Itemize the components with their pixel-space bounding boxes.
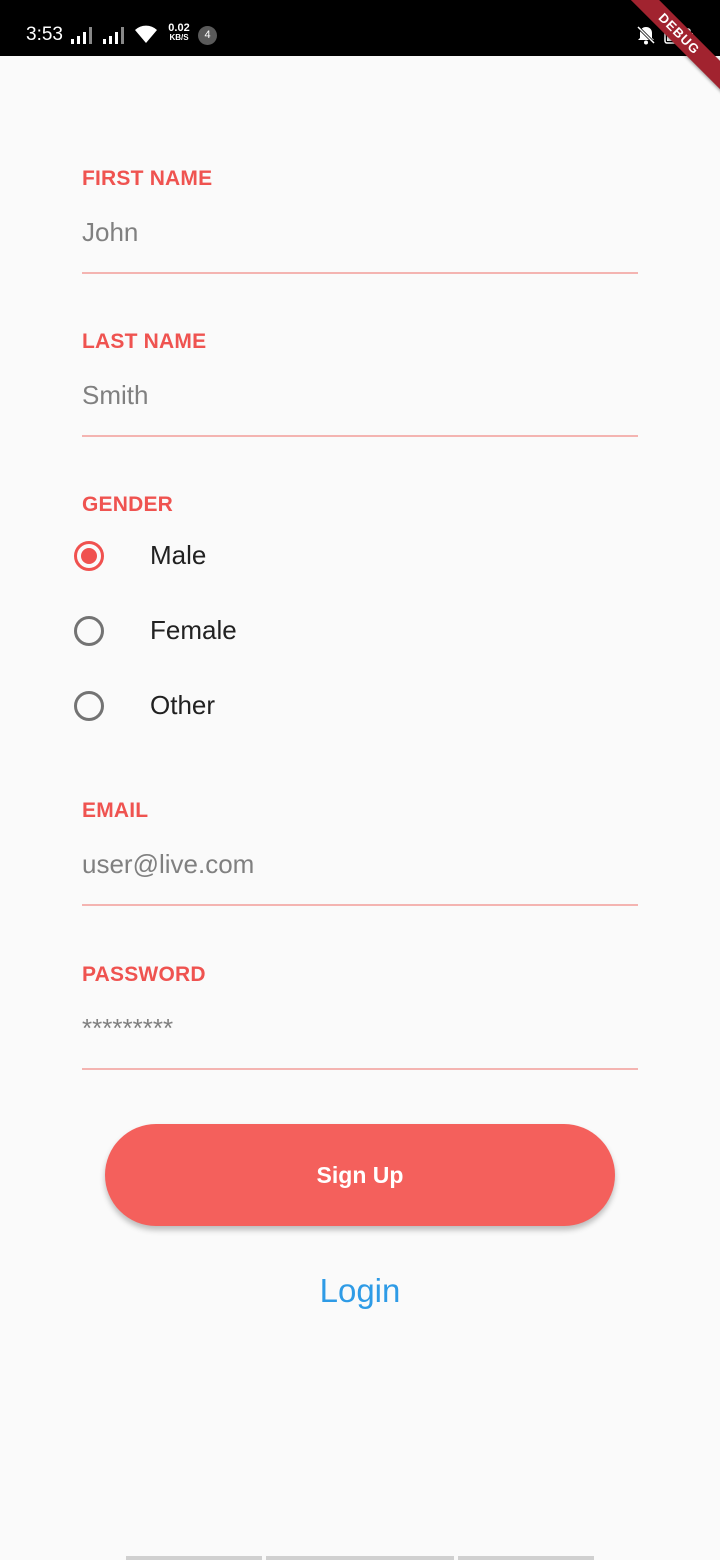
- status-time: 3:53: [26, 24, 63, 45]
- signal-icon: [71, 27, 92, 44]
- password-label: PASSWORD: [82, 963, 206, 986]
- sign-up-button[interactable]: Sign Up: [105, 1124, 615, 1226]
- nav-bar-segment: [458, 1556, 594, 1560]
- radio-button[interactable]: [74, 616, 104, 646]
- gender-option-other[interactable]: Other: [72, 676, 472, 736]
- last-name-label: LAST NAME: [82, 330, 207, 353]
- nav-bar-segment: [126, 1556, 262, 1560]
- network-speed-unit: KB/S: [169, 33, 189, 42]
- notification-count-badge: 4: [198, 26, 217, 45]
- signup-screen: 3:53 0.02 KB/S 4 DEBUG FIRST NAME John L…: [0, 0, 720, 1560]
- signal-icon: [103, 27, 124, 44]
- login-link[interactable]: Login: [0, 1272, 720, 1310]
- gender-option-female[interactable]: Female: [72, 601, 472, 661]
- radio-button-selected[interactable]: [74, 541, 104, 571]
- status-bar: 3:53 0.02 KB/S 4: [0, 0, 720, 56]
- network-speed: 0.02 KB/S: [164, 22, 194, 43]
- login-link-label[interactable]: Login: [320, 1272, 401, 1309]
- email-input[interactable]: [82, 840, 638, 906]
- gender-option-label: Male: [150, 540, 207, 570]
- gender-option-label: Other: [150, 690, 216, 720]
- first-name-input[interactable]: [82, 208, 638, 274]
- first-name-label: FIRST NAME: [82, 167, 213, 190]
- radio-button[interactable]: [74, 691, 104, 721]
- bell-muted-icon: [636, 25, 656, 45]
- last-name-input[interactable]: [82, 371, 638, 437]
- network-speed-value: 0.02: [168, 22, 190, 34]
- wifi-icon: [135, 25, 157, 43]
- password-input[interactable]: [82, 1004, 638, 1070]
- gender-label: GENDER: [82, 493, 174, 516]
- nav-bar-segment: [266, 1556, 454, 1560]
- gender-option-label: Female: [150, 615, 237, 645]
- email-label: EMAIL: [82, 799, 149, 822]
- gender-option-male[interactable]: Male: [72, 526, 472, 586]
